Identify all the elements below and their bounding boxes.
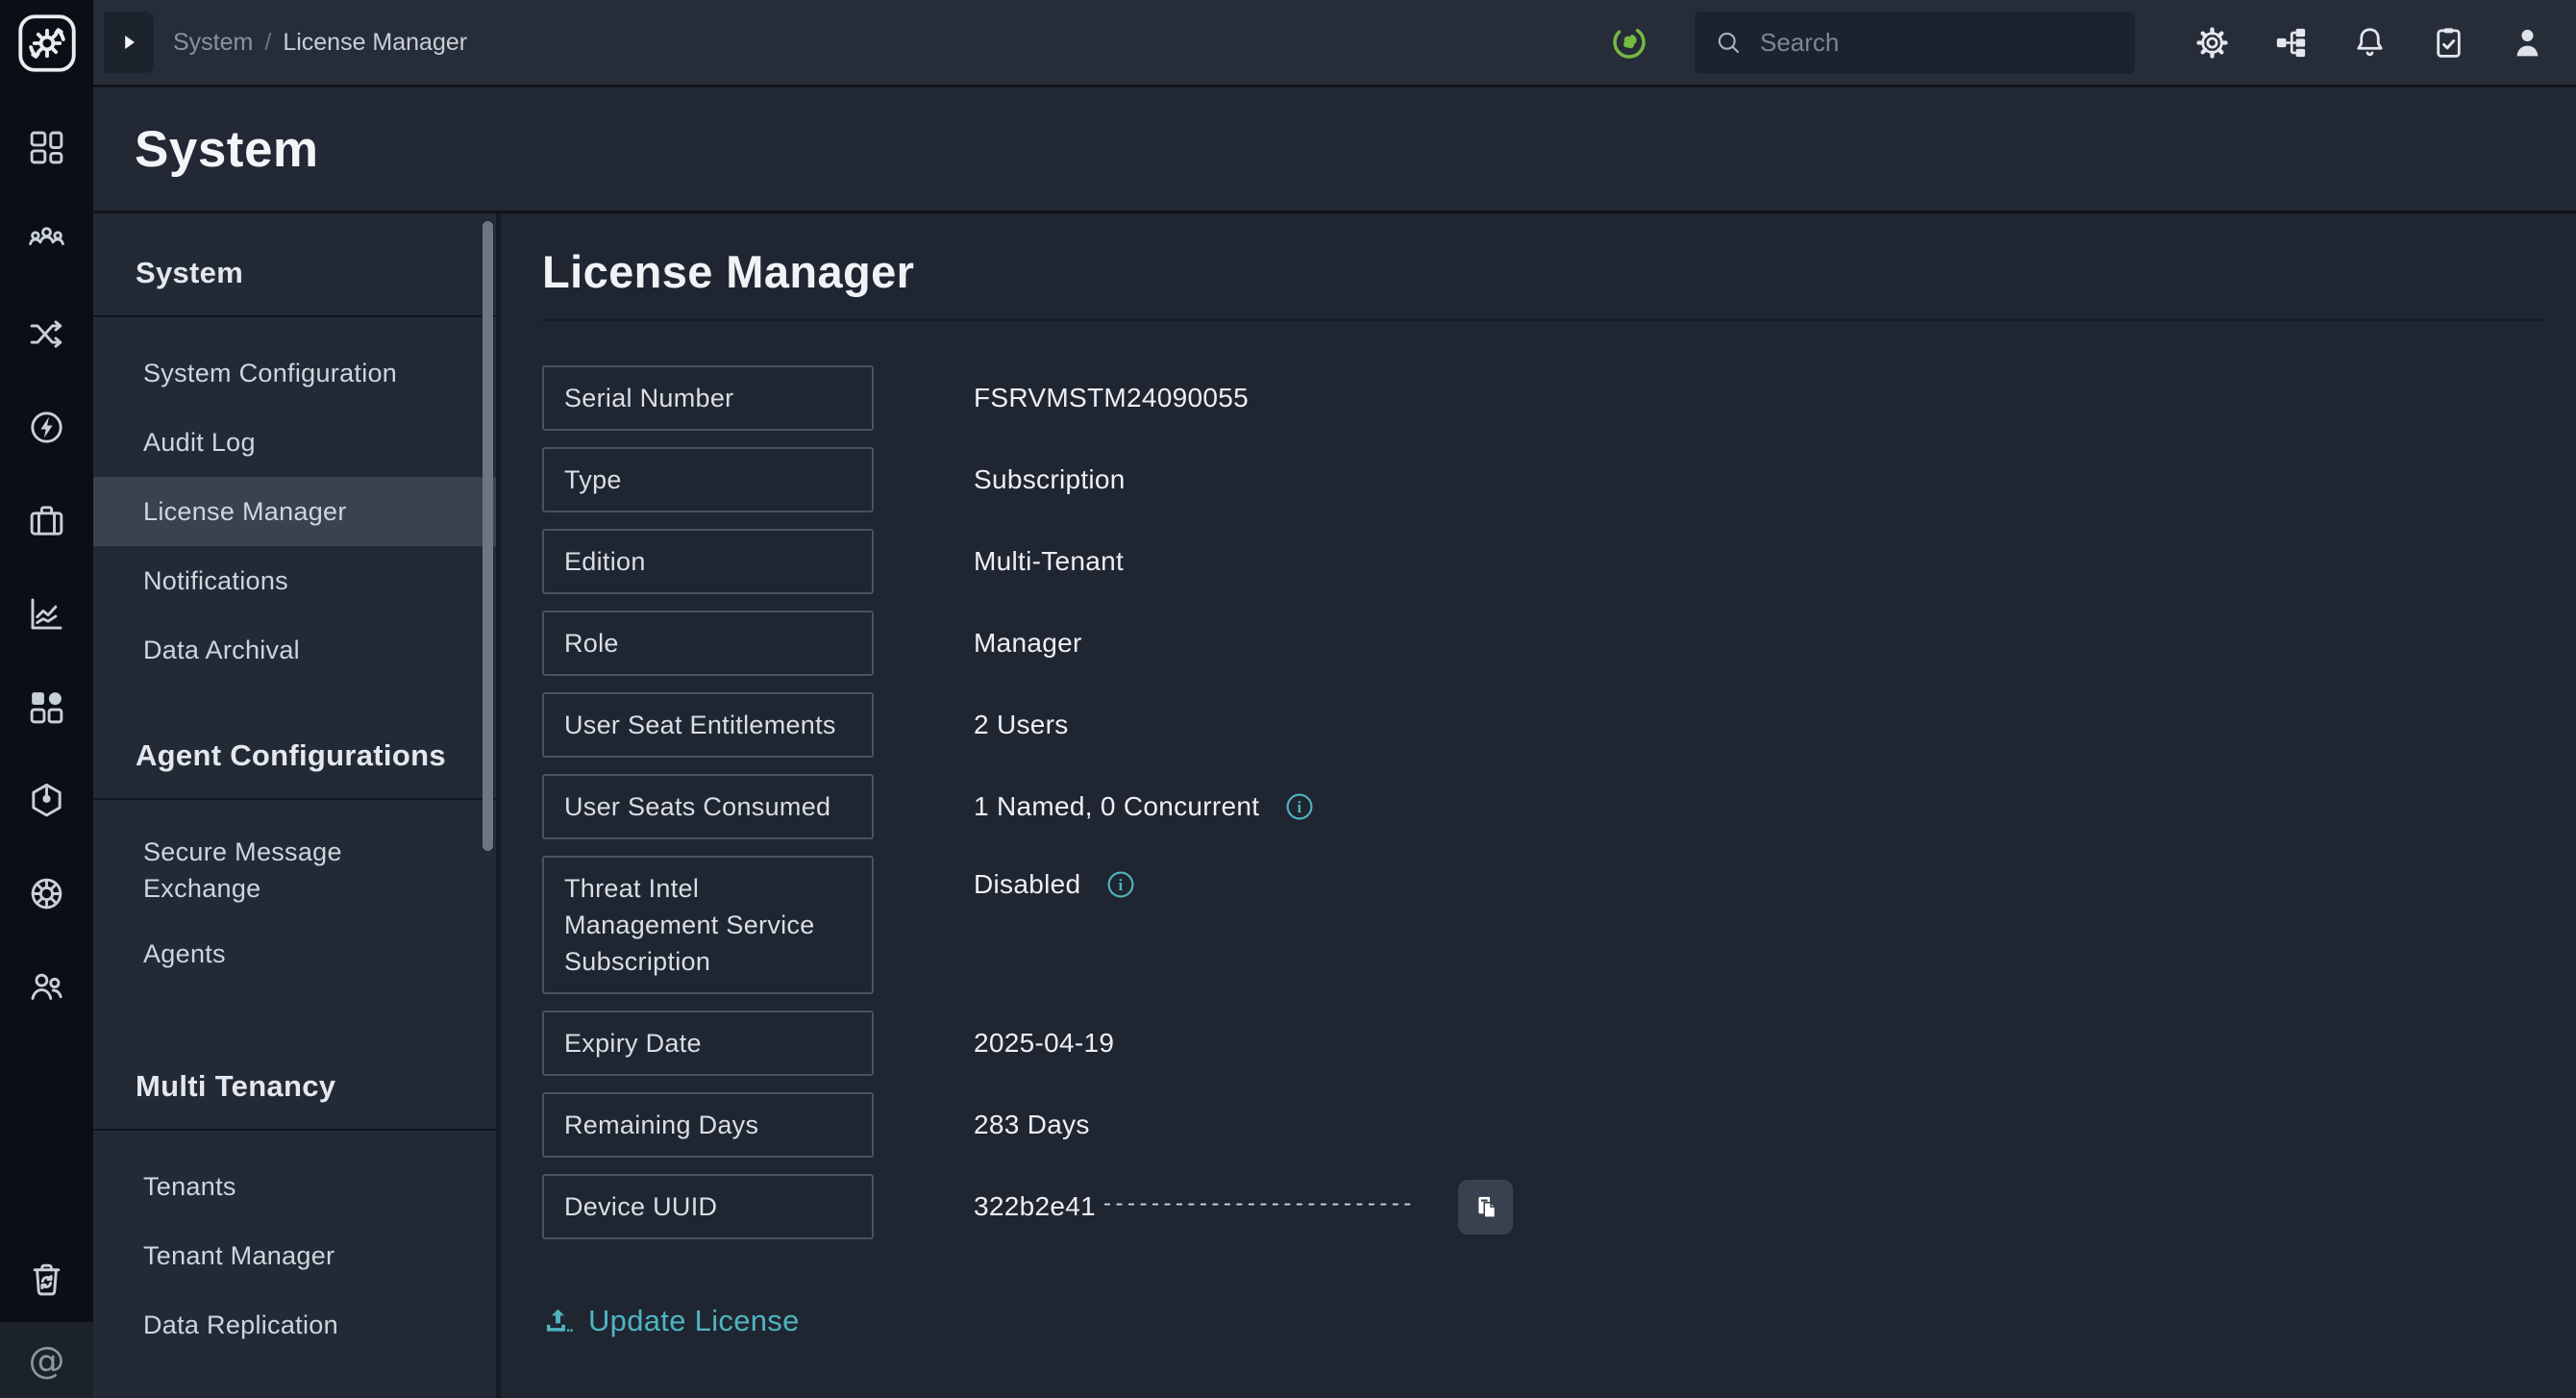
- field-value-role: Manager: [974, 628, 1082, 659]
- sidebar-item-license-manager[interactable]: License Manager: [93, 477, 496, 546]
- icon-rail: @: [0, 0, 93, 1398]
- secondary-sidebar: System System Configuration Audit Log Li…: [93, 213, 501, 1398]
- health-status-icon[interactable]: [1610, 23, 1648, 62]
- breadcrumb: System / License Manager: [173, 29, 467, 57]
- user-profile-icon[interactable]: [2510, 25, 2545, 61]
- sidebar-item-tenant-manager[interactable]: Tenant Manager: [93, 1221, 496, 1290]
- license-row: Role Manager: [542, 611, 2543, 676]
- field-label-user-seats-consumed: User Seats Consumed: [542, 774, 874, 839]
- field-label-type: Type: [542, 447, 874, 512]
- field-label-expiry-date: Expiry Date: [542, 1011, 874, 1076]
- field-value-edition: Multi-Tenant: [974, 546, 1124, 577]
- info-icon[interactable]: i: [1284, 791, 1315, 822]
- search-input[interactable]: [1760, 28, 2116, 58]
- field-value-user-seat-entitlements: 2 Users: [974, 710, 1069, 740]
- license-row: Edition Multi-Tenant: [542, 529, 2543, 594]
- uuid-prefix: 322b2e41: [974, 1191, 1096, 1222]
- license-row: User Seat Entitlements 2 Users: [542, 692, 2543, 758]
- page-title-band: System: [93, 87, 2576, 213]
- field-label-edition: Edition: [542, 529, 874, 594]
- page-title: System: [135, 120, 319, 179]
- app-root: @ System / License Manager: [0, 0, 2576, 1398]
- helm-wheel-icon[interactable]: [0, 847, 93, 940]
- update-license-link[interactable]: Update License: [542, 1304, 800, 1338]
- license-row: Device UUID 322b2e41 -------------------…: [542, 1174, 2543, 1239]
- breadcrumb-current: License Manager: [283, 29, 467, 57]
- info-icon[interactable]: i: [1105, 869, 1136, 900]
- field-value-threat-intel-subscription: Disabled i: [974, 869, 1136, 900]
- svg-text:i: i: [1298, 798, 1302, 816]
- svg-text:i: i: [1119, 876, 1124, 894]
- sidebar-item-data-replication[interactable]: Data Replication: [93, 1290, 496, 1360]
- mention-icon[interactable]: @: [0, 1322, 93, 1398]
- recycle-bin-icon[interactable]: [0, 1236, 93, 1322]
- license-row: Type Subscription: [542, 447, 2543, 512]
- license-row: Serial Number FSRVMSTM24090055: [542, 365, 2543, 431]
- field-value-user-seats-consumed: 1 Named, 0 Concurrent i: [974, 791, 1315, 822]
- breadcrumb-section[interactable]: System: [173, 29, 253, 57]
- upload-icon: [542, 1306, 574, 1337]
- field-label-threat-intel-subscription: Threat Intel Management Service Subscrip…: [542, 856, 874, 994]
- license-manager-panel: License Manager Serial Number FSRVMSTM24…: [501, 213, 2576, 1398]
- users-icon[interactable]: [0, 940, 93, 1034]
- sidebar-item-data-archival[interactable]: Data Archival: [93, 615, 496, 685]
- app-logo-icon[interactable]: [16, 12, 78, 74]
- sidebar-item-notifications[interactable]: Notifications: [93, 546, 496, 615]
- copy-icon: [1471, 1192, 1500, 1222]
- notifications-bell-icon[interactable]: [2352, 25, 2388, 61]
- sidebar-item-system-configuration[interactable]: System Configuration: [93, 338, 496, 408]
- field-label-device-uuid: Device UUID: [542, 1174, 874, 1239]
- topbar: System / License Manager: [93, 0, 2576, 87]
- field-value-type: Subscription: [974, 464, 1126, 495]
- sidebar-section-header: Multi Tenancy: [93, 1023, 496, 1129]
- sitemap-icon[interactable]: [2273, 25, 2309, 61]
- copy-uuid-button[interactable]: [1458, 1180, 1513, 1235]
- shuffle-icon[interactable]: [0, 287, 93, 381]
- field-value-device-uuid: 322b2e41 --------------------------: [974, 1180, 1513, 1235]
- field-label-role: Role: [542, 611, 874, 676]
- apps-grid-icon[interactable]: [0, 661, 93, 754]
- sidebar-item-audit-log[interactable]: Audit Log: [93, 408, 496, 477]
- license-row: Expiry Date 2025-04-19: [542, 1011, 2543, 1076]
- sidebar-collapse-button[interactable]: [104, 12, 154, 73]
- sidebar-item-tenants[interactable]: Tenants: [93, 1152, 496, 1221]
- sidebar-item-agents[interactable]: Agents: [93, 919, 496, 988]
- breadcrumb-separator: /: [264, 29, 271, 57]
- field-label-serial-number: Serial Number: [542, 365, 874, 431]
- sidebar-scrollbar-thumb[interactable]: [483, 221, 493, 851]
- team-icon[interactable]: [0, 194, 93, 287]
- dashboard-icon[interactable]: [0, 101, 93, 194]
- energy-bolt-icon[interactable]: [0, 381, 93, 474]
- field-label-remaining-days: Remaining Days: [542, 1092, 874, 1158]
- uuid-masked: --------------------------: [1103, 1190, 1416, 1217]
- field-value-expiry-date: 2025-04-19: [974, 1028, 1114, 1059]
- license-row: User Seats Consumed 1 Named, 0 Concurren…: [542, 774, 2543, 839]
- play-arrow-icon: [116, 30, 141, 55]
- sidebar-section-header: Agent Configurations: [93, 685, 496, 798]
- field-value-remaining-days: 283 Days: [974, 1110, 1090, 1140]
- field-value-serial-number: FSRVMSTM24090055: [974, 383, 1249, 413]
- license-row: Threat Intel Management Service Subscrip…: [542, 856, 2543, 994]
- sidebar-section-header: System: [93, 213, 496, 315]
- sidebar-item-secure-message-exchange[interactable]: Secure Message Exchange: [93, 821, 496, 919]
- package-node-icon[interactable]: [0, 754, 93, 847]
- field-label-user-seat-entitlements: User Seat Entitlements: [542, 692, 874, 758]
- analytics-chart-icon[interactable]: [0, 567, 93, 661]
- search-icon: [1714, 28, 1743, 57]
- briefcase-icon[interactable]: [0, 474, 93, 567]
- panel-heading: License Manager: [542, 245, 2543, 321]
- search-box: [1695, 12, 2135, 74]
- tasks-clipboard-icon[interactable]: [2431, 25, 2466, 61]
- license-row: Remaining Days 283 Days: [542, 1092, 2543, 1158]
- settings-gear-icon[interactable]: [2194, 25, 2230, 61]
